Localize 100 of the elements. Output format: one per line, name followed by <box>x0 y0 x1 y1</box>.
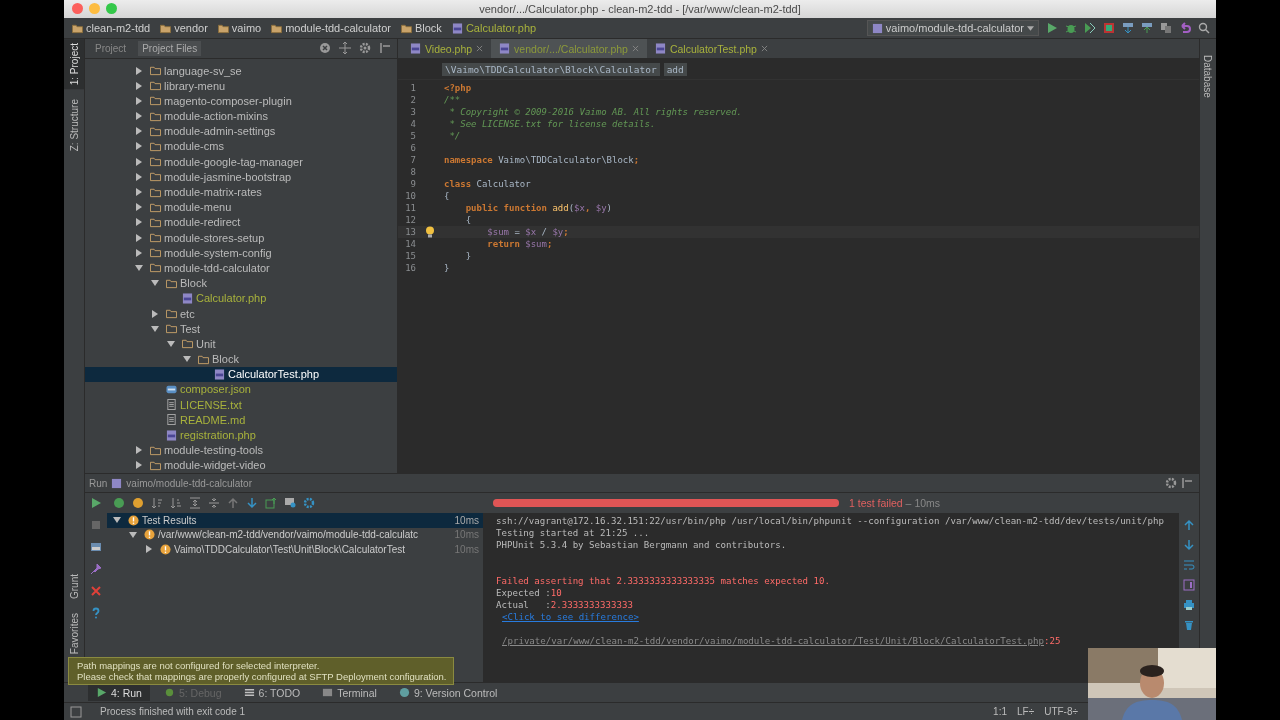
breadcrumb[interactable]: module-tdd-calculator <box>271 22 399 34</box>
expand-arrow-icon[interactable] <box>135 446 143 455</box>
tree-item[interactable]: module-tdd-calculator <box>85 260 397 276</box>
expand-arrow-icon[interactable] <box>135 233 143 242</box>
close-icon[interactable] <box>72 3 83 14</box>
side-tab[interactable]: Database <box>1200 51 1216 102</box>
tree-item[interactable]: module-jasmine-bootstrap <box>85 169 397 185</box>
expand-arrow-icon[interactable] <box>135 248 143 257</box>
play-icon[interactable] <box>90 497 102 509</box>
expand-arrow-icon[interactable] <box>135 127 143 136</box>
expand-arrow-icon[interactable] <box>135 142 143 151</box>
profiler-icon[interactable] <box>1103 22 1115 34</box>
expand-arrow-icon[interactable] <box>135 96 143 105</box>
run-configuration-dropdown[interactable]: vaimo/module-tdd-calculator <box>866 20 1039 36</box>
settings-icon[interactable] <box>1165 477 1177 489</box>
soft-wrap-icon[interactable] <box>1183 559 1195 571</box>
line-separator[interactable]: LF÷ <box>1017 706 1035 717</box>
tree-item[interactable]: module-action-mixins <box>85 108 397 124</box>
vcs-commit-icon[interactable] <box>1141 22 1153 34</box>
breadcrumb[interactable]: clean-m2-tdd <box>72 22 159 34</box>
test-tree-item[interactable]: Vaimo\TDDCalculator\Test\Unit\Block\CalculatorTest 10ms <box>107 542 483 557</box>
editor-tab[interactable]: CalculatorTest.php <box>646 39 776 58</box>
import-icon[interactable] <box>284 497 296 509</box>
settings-icon[interactable] <box>303 497 315 509</box>
tree-item[interactable]: Unit <box>85 336 397 352</box>
tree-item[interactable]: module-menu <box>85 199 397 215</box>
expand-arrow-icon[interactable] <box>135 188 143 197</box>
collapse-arrow-icon[interactable] <box>129 530 137 539</box>
tree-item[interactable]: Block <box>85 351 397 367</box>
expand-arrow-icon[interactable] <box>135 157 143 166</box>
layout-icon[interactable] <box>90 541 102 553</box>
tree-item[interactable]: Block <box>85 275 397 291</box>
search-icon[interactable] <box>1198 22 1210 34</box>
coverage-icon[interactable] <box>1084 22 1096 34</box>
expand-arrow-icon[interactable] <box>135 461 143 470</box>
help-icon[interactable] <box>90 607 102 619</box>
editor-tab[interactable]: Video.php <box>402 39 492 58</box>
expand-arrow-icon[interactable] <box>151 309 159 318</box>
breadcrumb[interactable]: vendor <box>160 22 216 34</box>
tree-item[interactable]: registration.php <box>85 427 397 443</box>
close-icon[interactable] <box>476 45 484 52</box>
tree-item[interactable]: module-system-config <box>85 245 397 261</box>
side-tab[interactable]: Favorites <box>64 608 84 658</box>
export-icon[interactable] <box>265 497 277 509</box>
tree-item[interactable]: composer.json <box>85 381 397 398</box>
expand-arrow-icon[interactable] <box>135 81 143 90</box>
caret-position[interactable]: 1:1 <box>993 706 1007 717</box>
run-tab[interactable]: vaimo/module-tdd-calculator <box>126 477 252 489</box>
hide-panel-icon[interactable] <box>379 42 391 55</box>
side-tab[interactable]: Grunt <box>64 569 84 603</box>
tree-item[interactable]: magento-composer-plugin <box>85 93 397 109</box>
undo-icon[interactable] <box>1179 22 1191 34</box>
tree-item[interactable]: CalculatorTest.php <box>85 366 397 382</box>
file-encoding[interactable]: UTF-8÷ <box>1044 706 1078 717</box>
pin-icon[interactable] <box>90 563 102 575</box>
tree-item[interactable]: Test <box>85 321 397 337</box>
close-icon[interactable] <box>760 45 768 52</box>
arrow-down-icon[interactable] <box>1183 539 1195 551</box>
collapse-all-icon[interactable] <box>319 42 331 55</box>
panel-toggle-icon[interactable] <box>70 705 82 718</box>
tree-item[interactable]: LICENSE.txt <box>85 397 397 413</box>
print-icon[interactable] <box>1183 599 1195 611</box>
sort-icon[interactable] <box>151 497 163 509</box>
tree-item[interactable]: language-sv_se <box>85 62 397 79</box>
breadcrumb[interactable]: Calculator.php <box>451 22 545 34</box>
lightbulb-icon[interactable] <box>425 226 435 238</box>
trash-icon[interactable] <box>1183 619 1195 631</box>
settings-icon[interactable] <box>359 42 371 55</box>
vcs-update-icon[interactable] <box>1122 22 1134 34</box>
arrow-up-icon[interactable] <box>1183 519 1195 531</box>
expand-arrow-icon[interactable] <box>145 545 153 554</box>
tool-window-tab[interactable]: 9: Version Control <box>390 684 506 701</box>
tree-item[interactable]: module-redirect <box>85 214 397 230</box>
test-tree-item[interactable]: Test Results 10ms <box>107 513 483 528</box>
panel-tab[interactable]: Project <box>91 40 131 56</box>
breadcrumb[interactable]: Block <box>400 22 450 34</box>
collapse-arrow-icon[interactable] <box>151 324 159 333</box>
expand-arrow-icon[interactable] <box>135 218 143 227</box>
code-breadcrumb[interactable]: \Vaimo\TDDCalculator\Block\Calculator <box>442 62 660 76</box>
close-icon[interactable] <box>631 45 639 52</box>
collapse-arrow-icon[interactable] <box>167 339 175 348</box>
tree-item[interactable]: library-menu <box>85 78 397 94</box>
tool-window-tab[interactable]: 6: TODO <box>235 684 309 701</box>
collapse-arrow-icon[interactable] <box>113 516 121 525</box>
expand-all-icon[interactable] <box>189 497 201 509</box>
collapse-arrow-icon[interactable] <box>151 279 159 288</box>
show-ignored-icon[interactable] <box>132 497 144 509</box>
panel-tab[interactable]: Project Files <box>138 40 202 56</box>
hide-panel-icon[interactable] <box>1181 477 1193 489</box>
show-passed-icon[interactable] <box>113 497 125 509</box>
bug-icon[interactable] <box>1065 22 1077 34</box>
collapse-all-icon[interactable] <box>208 497 220 509</box>
scroll-to-end-icon[interactable] <box>1183 579 1195 591</box>
breadcrumb[interactable]: vaimo <box>217 22 270 34</box>
tree-item[interactable]: module-cms <box>85 138 397 155</box>
collapse-arrow-icon[interactable] <box>135 263 143 272</box>
tree-item[interactable]: module-admin-settings <box>85 123 397 139</box>
tree-item[interactable]: module-testing-tools <box>85 442 397 458</box>
sort-duration-icon[interactable] <box>170 497 182 509</box>
arrow-down-icon[interactable] <box>246 497 258 509</box>
